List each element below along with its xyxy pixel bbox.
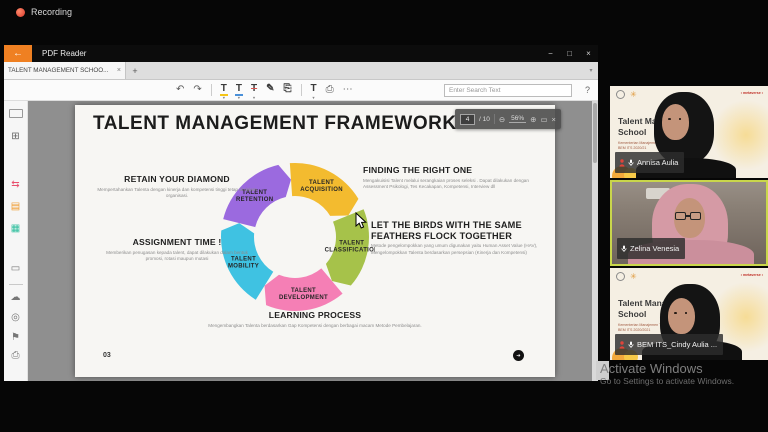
close-button[interactable]: × — [579, 45, 598, 62]
annotation-body: Mempertahankan Talenta dengan kinerja da… — [97, 187, 257, 200]
participant-name: BEM ITS_Cindy Aulia ... — [637, 340, 717, 349]
slide-page: TALENT MANAGEMENT FRAMEWORK TALENTRETENT… — [75, 105, 555, 377]
slide-page-number: 03 — [103, 352, 111, 359]
clipboard-notes-icon[interactable]: ▦ — [11, 224, 20, 234]
participants-strip: ✳• metaverse •Talent MaSchoolKementerian… — [610, 86, 768, 360]
participant-nametag: Zelina Venesia — [617, 238, 685, 259]
participant-name: Annisa Aulia — [637, 158, 678, 167]
page-number-input[interactable]: 4 — [460, 114, 475, 125]
document-area: TALENT MANAGEMENT FRAMEWORK TALENTRETENT… — [28, 101, 598, 381]
face — [668, 298, 695, 334]
eyes — [674, 312, 687, 314]
pdf-reader-window: ← PDF Reader − □ × TALENT MANAGEMENT SCH… — [4, 45, 598, 381]
annotation-retain-your-diamond: RETAIN YOUR DIAMOND Mempertahankan Talent… — [97, 175, 257, 200]
watermark-line1: Activate Windows — [600, 361, 734, 376]
toolbar-divider — [301, 84, 302, 96]
annotation-body: Memberikan penugasan kepada talent, dapa… — [97, 250, 257, 263]
watermark-line2: Go to Settings to activate Windows. — [600, 376, 734, 386]
cloud-icon[interactable]: ☁ — [11, 293, 21, 303]
maximize-button[interactable]: □ — [560, 45, 579, 62]
scrollbar[interactable] — [592, 101, 598, 381]
tab-bar: TALENT MANAGEMENT SCHOO... × + ▾ — [4, 62, 598, 80]
participant-name: Zelina Venesia — [630, 244, 679, 253]
sidebar-divider — [9, 284, 23, 285]
new-tab-button[interactable]: + — [126, 62, 144, 79]
pagebar-divider — [494, 114, 495, 124]
annotation-title: FINDING THE RIGHT ONE — [363, 166, 541, 176]
annotation-assignment-time: ASSIGNMENT TIME ! Memberikan penugasan ke… — [97, 238, 257, 263]
highlight-text-icon[interactable]: T▾ — [221, 84, 227, 96]
toolbar: ↶ ↷ T▾ T▾ T▾ ✎ ⎘ T▾ ⎙ ⋯ ? — [4, 80, 598, 101]
export-device-icon[interactable]: ▤ — [11, 202, 20, 212]
undo-icon[interactable]: ↶ — [176, 85, 184, 95]
zoom-level[interactable]: 56% — [509, 115, 526, 123]
pdf-sidebar: ⊞ ⇆ ▤ ▦ ▭ ☁ ◎ ⚑ ⎙ — [4, 101, 28, 381]
annotation-learning-process: LEARNING PROCESS Mengembangkan Talenta be… — [195, 311, 435, 329]
eyes — [668, 118, 681, 120]
participant-nametag: BEM ITS_Cindy Aulia ... — [615, 334, 723, 355]
recording-indicator: Recording — [16, 7, 72, 17]
app-logo-icon[interactable] — [9, 109, 23, 118]
mic-icon — [628, 336, 634, 354]
toolbar-divider — [211, 84, 212, 96]
print-icon[interactable]: ⎙ — [12, 351, 20, 361]
annotation-title: LEARNING PROCESS — [195, 311, 435, 321]
strikethrough-text-icon[interactable]: T▾ — [251, 84, 257, 96]
slide-title: TALENT MANAGEMENT FRAMEWORK — [93, 113, 457, 135]
convert-arrows-icon[interactable]: ⇆ — [11, 180, 19, 190]
search-input[interactable] — [444, 84, 572, 97]
annotation-title: LET THE BIRDS WITH THE SAME FEATHERS FLO… — [371, 220, 553, 241]
redo-icon[interactable]: ↷ — [193, 85, 201, 95]
annotation-finding-the-right-one: FINDING THE RIGHT ONE Mengakuisisi Talent… — [363, 166, 541, 191]
mic-icon — [628, 154, 634, 172]
page-thumbnails-icon[interactable]: ⊞ — [11, 132, 19, 142]
more-icon[interactable]: ⋯ — [343, 85, 353, 95]
mouse-cursor — [355, 212, 367, 230]
annotation-body: Metode pengelompokkan yang umum digunaka… — [371, 243, 553, 256]
screen: Recording ← PDF Reader − □ × TALENT MANA… — [0, 0, 768, 432]
annotation-body: Mengakuisisi Talent melalui serangkaian … — [363, 178, 541, 191]
page-controls: 4 / 10 ⊖ 56% ⊕ ▭ × — [455, 109, 561, 129]
back-button[interactable]: ← — [4, 45, 32, 62]
annotation-title: ASSIGNMENT TIME ! — [97, 238, 257, 248]
recording-dot-icon — [16, 8, 25, 17]
view-eye-icon[interactable]: ◎ — [11, 313, 20, 323]
stamp-note-icon[interactable]: ⎘ — [284, 84, 292, 96]
recording-badge-icon — [619, 154, 625, 172]
participant-video-3[interactable]: ✳• metaverse •Talent ManagemenSchoolKeme… — [610, 268, 768, 360]
minimize-button[interactable]: − — [541, 45, 560, 62]
annotation-let-the-birds-with-the-same-feathers-flock-together: LET THE BIRDS WITH THE SAME FEATHERS FLO… — [371, 220, 553, 256]
tab-scroll-icon[interactable]: ▾ — [584, 62, 598, 79]
pen-sign-icon[interactable]: ✎ — [266, 84, 274, 96]
page-total-label: / 10 — [479, 116, 490, 123]
text-tool-icon[interactable]: T▾ — [311, 84, 317, 96]
annotation-title: RETAIN YOUR DIAMOND — [97, 175, 257, 185]
participant-video-1[interactable]: ✳• metaverse •Talent MaSchoolKementerian… — [610, 86, 768, 178]
activate-windows-watermark: Activate Windows Go to Settings to activ… — [600, 361, 734, 386]
bookmark-icon[interactable]: ⚑ — [11, 333, 20, 343]
help-button[interactable]: ? — [585, 85, 590, 95]
tab-label: TALENT MANAGEMENT SCHOO... — [8, 67, 114, 74]
face — [662, 104, 689, 140]
recording-label: Recording — [31, 7, 72, 17]
fit-width-icon[interactable]: ▭ — [540, 115, 547, 124]
underline-text-icon[interactable]: T▾ — [236, 84, 242, 96]
recording-badge-icon — [619, 336, 625, 354]
tab-document[interactable]: TALENT MANAGEMENT SCHOO... × — [4, 62, 126, 79]
window-title: PDF Reader — [42, 49, 86, 58]
window-titlebar: ← PDF Reader − □ × — [4, 45, 598, 62]
annotation-body: Mengembangkan Talenta berdasarkan Gap Ko… — [195, 323, 435, 329]
zoom-out-icon[interactable]: ⊖ — [499, 115, 505, 124]
slide-footer-icon: ➔ — [513, 350, 524, 361]
glasses — [675, 212, 701, 220]
zoom-in-icon[interactable]: ⊕ — [530, 115, 536, 124]
screen-share-icon[interactable]: ▭ — [11, 264, 20, 274]
mic-icon — [621, 240, 627, 258]
tab-close-icon[interactable]: × — [117, 67, 121, 74]
pagebar-close-icon[interactable]: × — [552, 115, 556, 124]
print-icon[interactable]: ⎙ — [326, 85, 334, 95]
participant-nametag: Annisa Aulia — [615, 152, 684, 173]
participant-video-2[interactable]: Zelina Venesia — [610, 180, 768, 266]
